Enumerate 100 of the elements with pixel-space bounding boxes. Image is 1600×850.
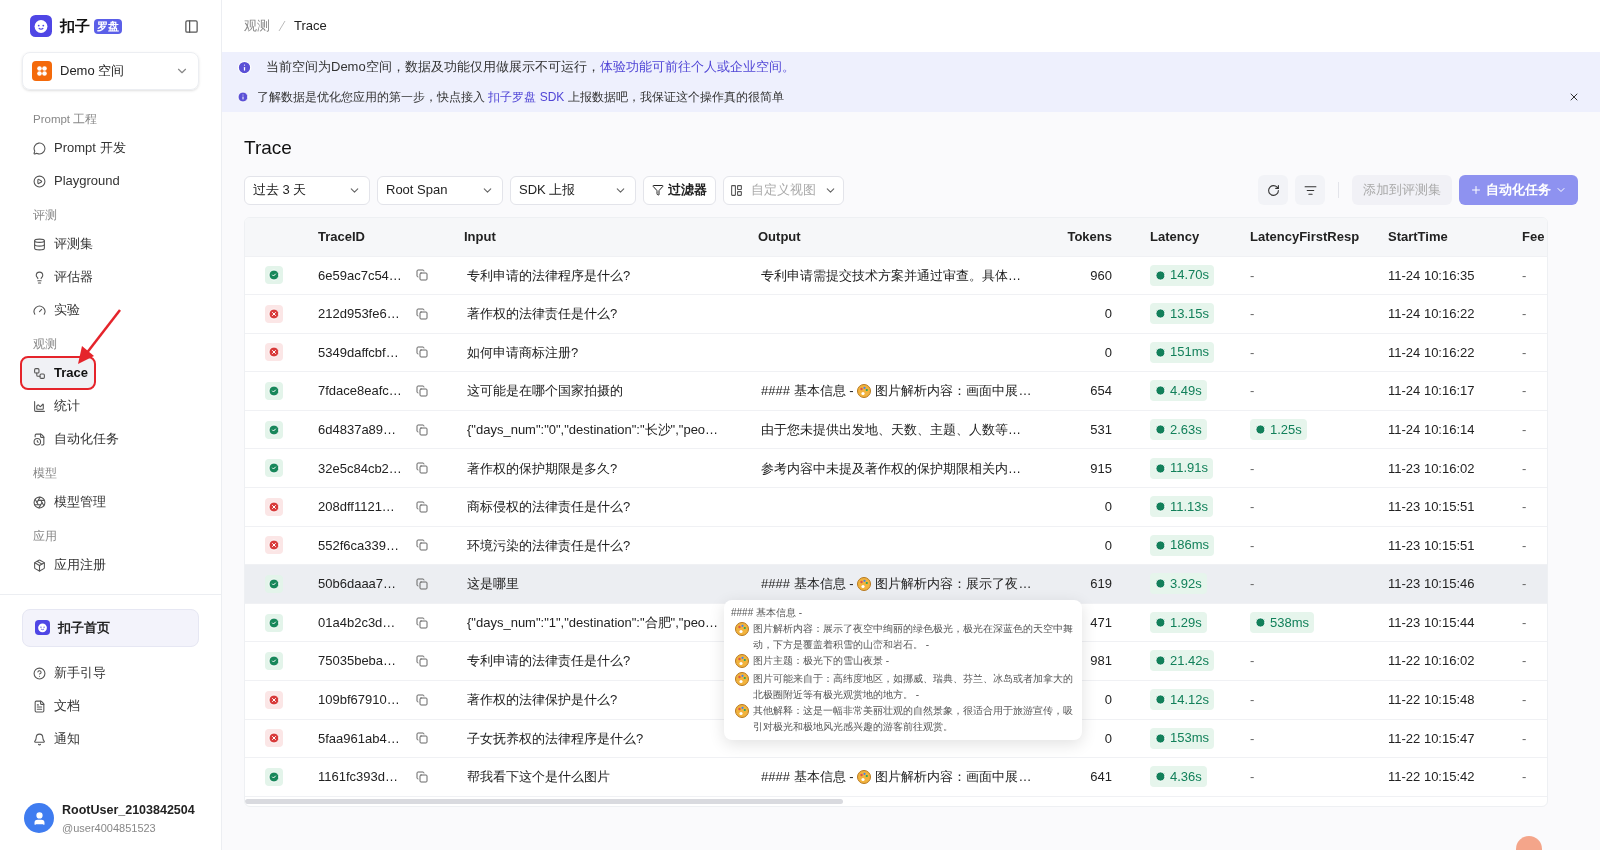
user-avatar[interactable]: [24, 803, 54, 834]
tokens-count: 960: [1090, 267, 1112, 283]
start-time: 11-23 10:15:44: [1388, 614, 1475, 630]
fee-value: -: [1522, 537, 1527, 553]
palette-icon: [735, 654, 749, 668]
start-time: 11-23 10:15:51: [1388, 537, 1475, 553]
latency-badge: 2.63s: [1150, 418, 1207, 440]
copy-icon[interactable]: [416, 771, 428, 783]
home-link[interactable]: 扣子首页: [22, 608, 199, 647]
copy-icon[interactable]: [416, 346, 428, 359]
nav-item[interactable]: 评测集: [22, 229, 199, 259]
copy-icon[interactable]: [416, 385, 428, 398]
fee-value: -: [1522, 730, 1527, 746]
table-row[interactable]: 50b6daaa7… 这是哪里 #### 基本信息 - 图片解析内容：展示了夜… 619 3.92s - 11-23 10:15:46 -: [245, 564, 1547, 603]
empty-value: -: [1250, 460, 1255, 476]
copy-icon[interactable]: [416, 732, 428, 745]
nav-item[interactable]: 自动化任务: [22, 424, 199, 454]
latency-badge: 1.25s: [1250, 418, 1307, 440]
nav-item[interactable]: Trace: [22, 358, 94, 388]
nav-item[interactable]: Playground: [22, 166, 199, 196]
latency-badge: 14.12s: [1150, 689, 1215, 711]
empty-value: -: [1250, 576, 1255, 592]
output-text: 参考内容中未提及著作权的保护期限相关内…: [761, 459, 1021, 478]
latency-badge: 1.29s: [1150, 611, 1207, 633]
palette-icon: [735, 704, 749, 718]
nav-item[interactable]: 实验: [22, 295, 199, 325]
nav-item[interactable]: 应用注册: [22, 550, 199, 580]
trace-id: 212d953fe6…: [318, 305, 401, 324]
start-time: 11-24 10:16:17: [1388, 383, 1475, 399]
nav-item[interactable]: 统计: [22, 391, 199, 421]
info-icon: [237, 59, 252, 75]
nav-item[interactable]: Prompt 开发: [22, 133, 199, 163]
output-text: #### 基本信息 -: [761, 768, 854, 787]
trace-id: 1161fc393d…: [318, 768, 399, 787]
user-handle: @user4004851523: [62, 820, 157, 836]
empty-value: -: [1250, 267, 1255, 283]
filter-icon: [652, 184, 664, 196]
column-header: Fee: [1522, 228, 1545, 244]
copy-icon[interactable]: [416, 693, 428, 706]
nav-icon: [33, 558, 46, 572]
breadcrumb-item[interactable]: 观测: [244, 16, 270, 36]
tooltip-text: 图片解析内容：展示了夜空中绚丽的绿色极光，极光在深蓝色的天空中舞动，下方是覆盖着积雪的山峦和岩石。 -: [753, 622, 1074, 652]
nav-icon: [33, 699, 46, 713]
empty-value: -: [1250, 692, 1255, 708]
output-text: #### 基本信息 -: [761, 382, 854, 401]
copy-icon[interactable]: [416, 500, 428, 513]
collapse-sidebar-icon[interactable]: [184, 18, 199, 34]
filter-select[interactable]: SDK 上报: [510, 175, 636, 205]
nav-link[interactable]: 通知: [22, 722, 199, 756]
refresh-button[interactable]: [1258, 175, 1288, 205]
copy-icon[interactable]: [416, 269, 428, 282]
nav-link[interactable]: 文档: [22, 689, 199, 723]
empty-value: -: [1250, 499, 1255, 515]
fee-value: -: [1522, 653, 1527, 669]
column-settings-button[interactable]: [1295, 175, 1325, 205]
notice-link[interactable]: 体验功能可前往个人或企业空间。: [599, 59, 795, 75]
tokens-count: 0: [1104, 692, 1112, 708]
output-text: 图片解析内容：画面中展…: [875, 382, 1032, 401]
workspace-select[interactable]: Demo 空间: [22, 51, 199, 90]
filter-select[interactable]: Root Span: [377, 175, 503, 205]
palette-icon: [857, 770, 872, 784]
input-text: 著作权的法律保护是什么?: [467, 692, 618, 708]
copy-icon[interactable]: [416, 616, 428, 629]
notice-link[interactable]: 扣子罗盘 SDK: [488, 90, 565, 104]
copy-icon[interactable]: [416, 578, 428, 591]
nav-icon: [33, 237, 46, 251]
tokens-count: 915: [1090, 460, 1112, 476]
palette-icon: [857, 577, 872, 592]
input-text: 如何申请商标注册?: [467, 344, 579, 360]
fee-value: -: [1522, 267, 1527, 283]
nav-icon: [33, 399, 46, 413]
input-text: 子女抚养权的法律程序是什么?: [467, 730, 644, 746]
nav-item[interactable]: 模型管理: [22, 487, 199, 517]
fee-value: -: [1522, 460, 1527, 476]
output-text: 图片解析内容：画面中展…: [875, 768, 1032, 787]
nav-icon: [33, 141, 46, 155]
copy-icon[interactable]: [416, 655, 428, 668]
copy-icon[interactable]: [416, 423, 428, 436]
section-title: 评测: [32, 207, 58, 223]
user-icon: [31, 810, 47, 826]
trace-id: 5349daffcbf…: [318, 343, 400, 362]
tokens-count: 0: [1104, 306, 1112, 322]
copy-icon[interactable]: [416, 539, 428, 552]
filter-select[interactable]: 过去 3 天: [244, 175, 370, 205]
nav-item[interactable]: 评估器: [22, 262, 199, 292]
trace-id: 552f6ca339…: [318, 536, 400, 555]
trace-id: 6d4837a89…: [318, 420, 398, 439]
horizontal-scrollbar[interactable]: [245, 798, 843, 804]
close-icon[interactable]: [1568, 91, 1580, 103]
filter-button[interactable]: 过滤器: [643, 175, 716, 205]
copy-icon[interactable]: [416, 307, 428, 320]
section-title: 模型: [32, 465, 58, 481]
empty-value: -: [1250, 306, 1255, 322]
breadcrumb-separator-icon: [278, 20, 286, 32]
copy-icon[interactable]: [416, 462, 428, 475]
start-time: 11-24 10:16:22: [1388, 344, 1475, 360]
list-settings-icon: [1303, 183, 1317, 197]
latency-badge: 14.70s: [1150, 264, 1215, 286]
nav-link[interactable]: 新手引导: [22, 656, 199, 690]
empty-value: -: [1250, 769, 1255, 785]
